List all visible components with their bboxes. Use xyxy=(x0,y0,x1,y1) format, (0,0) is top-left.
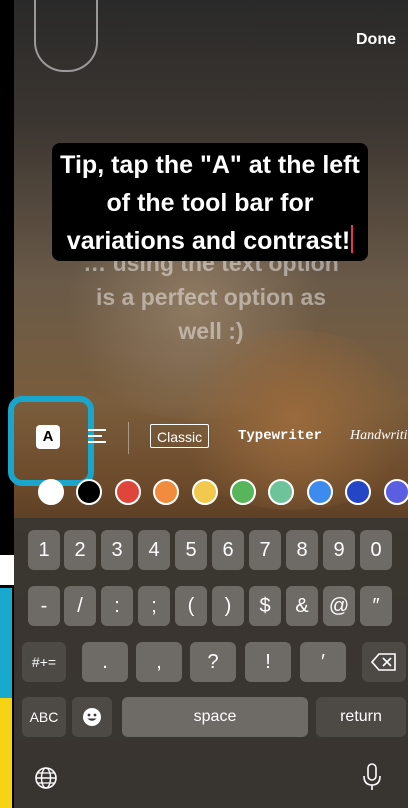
color-swatch[interactable] xyxy=(192,479,218,505)
key-double-quote[interactable]: ″ xyxy=(360,586,392,626)
font-background-toggle-button[interactable]: A xyxy=(36,425,60,449)
delete-key[interactable] xyxy=(362,642,406,682)
style-classic-button[interactable]: Classic xyxy=(150,424,210,448)
key-close-paren[interactable]: ) xyxy=(212,586,244,626)
emoji-key[interactable] xyxy=(72,697,112,737)
abc-key[interactable]: ABC xyxy=(22,697,66,737)
dictation-button[interactable] xyxy=(362,762,382,792)
color-swatch[interactable] xyxy=(38,479,64,505)
key-7[interactable]: 7 xyxy=(249,530,281,570)
key-5[interactable]: 5 xyxy=(175,530,207,570)
color-swatch[interactable] xyxy=(384,479,408,505)
emoji-icon xyxy=(83,708,101,727)
key-colon[interactable]: : xyxy=(101,586,133,626)
symbols-toggle-key[interactable]: #+= xyxy=(22,642,66,682)
key-exclamation[interactable]: ! xyxy=(245,642,291,682)
key-dollar[interactable]: $ xyxy=(249,586,281,626)
globe-button[interactable] xyxy=(34,766,58,790)
key-hyphen[interactable]: - xyxy=(28,586,60,626)
key-0[interactable]: 0 xyxy=(360,530,392,570)
key-slash[interactable]: / xyxy=(64,586,96,626)
delete-icon xyxy=(370,653,396,671)
key-9[interactable]: 9 xyxy=(323,530,355,570)
done-button[interactable]: Done xyxy=(356,31,396,49)
align-text-icon[interactable] xyxy=(88,428,106,446)
color-swatch[interactable] xyxy=(268,479,294,505)
photo-cable xyxy=(34,0,98,72)
microphone-icon xyxy=(363,763,381,790)
key-2[interactable]: 2 xyxy=(64,530,96,570)
left-edge-strip-white xyxy=(0,555,14,585)
background-caption: … using the text option is a perfect opt… xyxy=(83,250,339,344)
left-edge-strip-cyan xyxy=(0,588,12,698)
key-comma[interactable]: , xyxy=(136,642,182,682)
color-swatch[interactable] xyxy=(345,479,371,505)
color-swatch[interactable] xyxy=(76,479,102,505)
toolbar-divider xyxy=(128,422,129,454)
key-open-paren[interactable]: ( xyxy=(175,586,207,626)
key-1[interactable]: 1 xyxy=(28,530,60,570)
globe-icon xyxy=(35,767,57,789)
color-swatch[interactable] xyxy=(307,479,333,505)
color-swatch[interactable] xyxy=(230,479,256,505)
style-typewriter-button[interactable]: Typewriter xyxy=(232,424,328,448)
color-swatch[interactable] xyxy=(153,479,179,505)
caption-text: Tip, tap the "A" at the left of the tool… xyxy=(60,151,360,255)
key-apostrophe[interactable]: ′ xyxy=(300,642,346,682)
key-4[interactable]: 4 xyxy=(138,530,170,570)
style-handwriting-button[interactable]: Handwriting xyxy=(344,424,408,448)
color-swatch[interactable] xyxy=(115,479,141,505)
key-period[interactable]: . xyxy=(82,642,128,682)
key-question[interactable]: ? xyxy=(190,642,236,682)
key-3[interactable]: 3 xyxy=(101,530,133,570)
key-ampersand[interactable]: & xyxy=(286,586,318,626)
return-key[interactable]: return xyxy=(316,697,406,737)
key-semicolon[interactable]: ; xyxy=(138,586,170,626)
text-cursor xyxy=(351,225,354,253)
key-at[interactable]: @ xyxy=(323,586,355,626)
caption-text-input[interactable]: Tip, tap the "A" at the left of the tool… xyxy=(52,146,368,260)
key-6[interactable]: 6 xyxy=(212,530,244,570)
key-8[interactable]: 8 xyxy=(286,530,318,570)
left-edge-strip-yellow xyxy=(0,698,12,808)
space-key[interactable]: space xyxy=(122,697,308,737)
